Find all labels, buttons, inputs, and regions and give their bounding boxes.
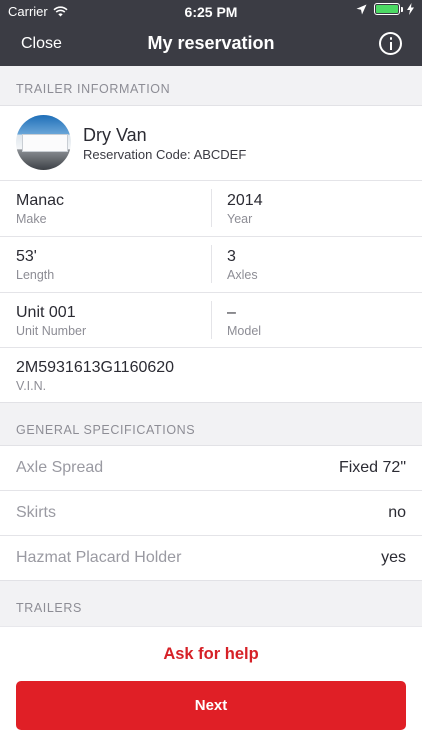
status-right [356,3,414,15]
length-label: Length [16,268,55,282]
section-title: TRAILERS [16,601,82,615]
section-header-general-specs: GENERAL SPECIFICATIONS [0,402,422,446]
section-title: GENERAL SPECIFICATIONS [16,423,196,437]
year-value: 2014 [227,192,263,209]
spec-label-axle-spread: Axle Spread [16,459,104,476]
divider [0,180,422,181]
next-button[interactable]: Next [16,681,406,730]
divider [0,347,422,348]
page-title: My reservation [147,33,275,53]
charging-bolt-icon [407,3,414,15]
spec-label-skirts: Skirts [16,504,56,521]
divider [0,490,422,491]
trailer-card [0,106,422,180]
length-value: 53' [16,248,37,265]
location-arrow-icon [356,4,367,14]
section-title: TRAILER INFORMATION [16,82,171,96]
unit-number-value: Unit 001 [16,304,76,321]
status-bar: Carrier 6:25 PM [0,0,422,22]
vin-value: 2M5931613G1160620 [16,359,175,376]
divider [0,535,422,536]
column-divider [211,189,212,227]
trailer-name: Dry Van [83,125,147,145]
divider [0,236,422,237]
nav-bar: Close My reservation [0,22,422,66]
spec-value-skirts: no [388,504,406,521]
top-bar: Carrier 6:25 PM Close My reservation [0,0,422,66]
info-icon[interactable] [379,32,402,55]
column-divider [211,245,212,283]
spec-value-axle-spread: Fixed 72" [338,459,406,476]
year-label: Year [227,212,253,226]
make-label: Make [16,212,47,226]
reservation-code: Reservation Code: ABCDEF [83,147,247,162]
spec-value-hazmat: yes [381,549,406,566]
make-value: Manac [16,192,65,209]
divider [0,292,422,293]
axles-label: Axles [227,268,258,282]
section-header-trailers: TRAILERS [0,580,422,626]
section-header-trailer-info: TRAILER INFORMATION [0,66,422,106]
vin-label: V.I.N. [16,379,47,393]
bottom-action-bar: Ask for help Next [0,626,422,750]
model-value: – [227,304,236,321]
battery-icon [374,3,403,15]
spec-label-hazmat: Hazmat Placard Holder [16,549,182,566]
column-divider [211,301,212,339]
model-label: Model [227,324,262,338]
unit-number-label: Unit Number [16,324,87,338]
ask-for-help-link[interactable]: Ask for help [0,645,422,664]
axles-value: 3 [227,248,236,265]
trailer-photo [16,115,71,170]
